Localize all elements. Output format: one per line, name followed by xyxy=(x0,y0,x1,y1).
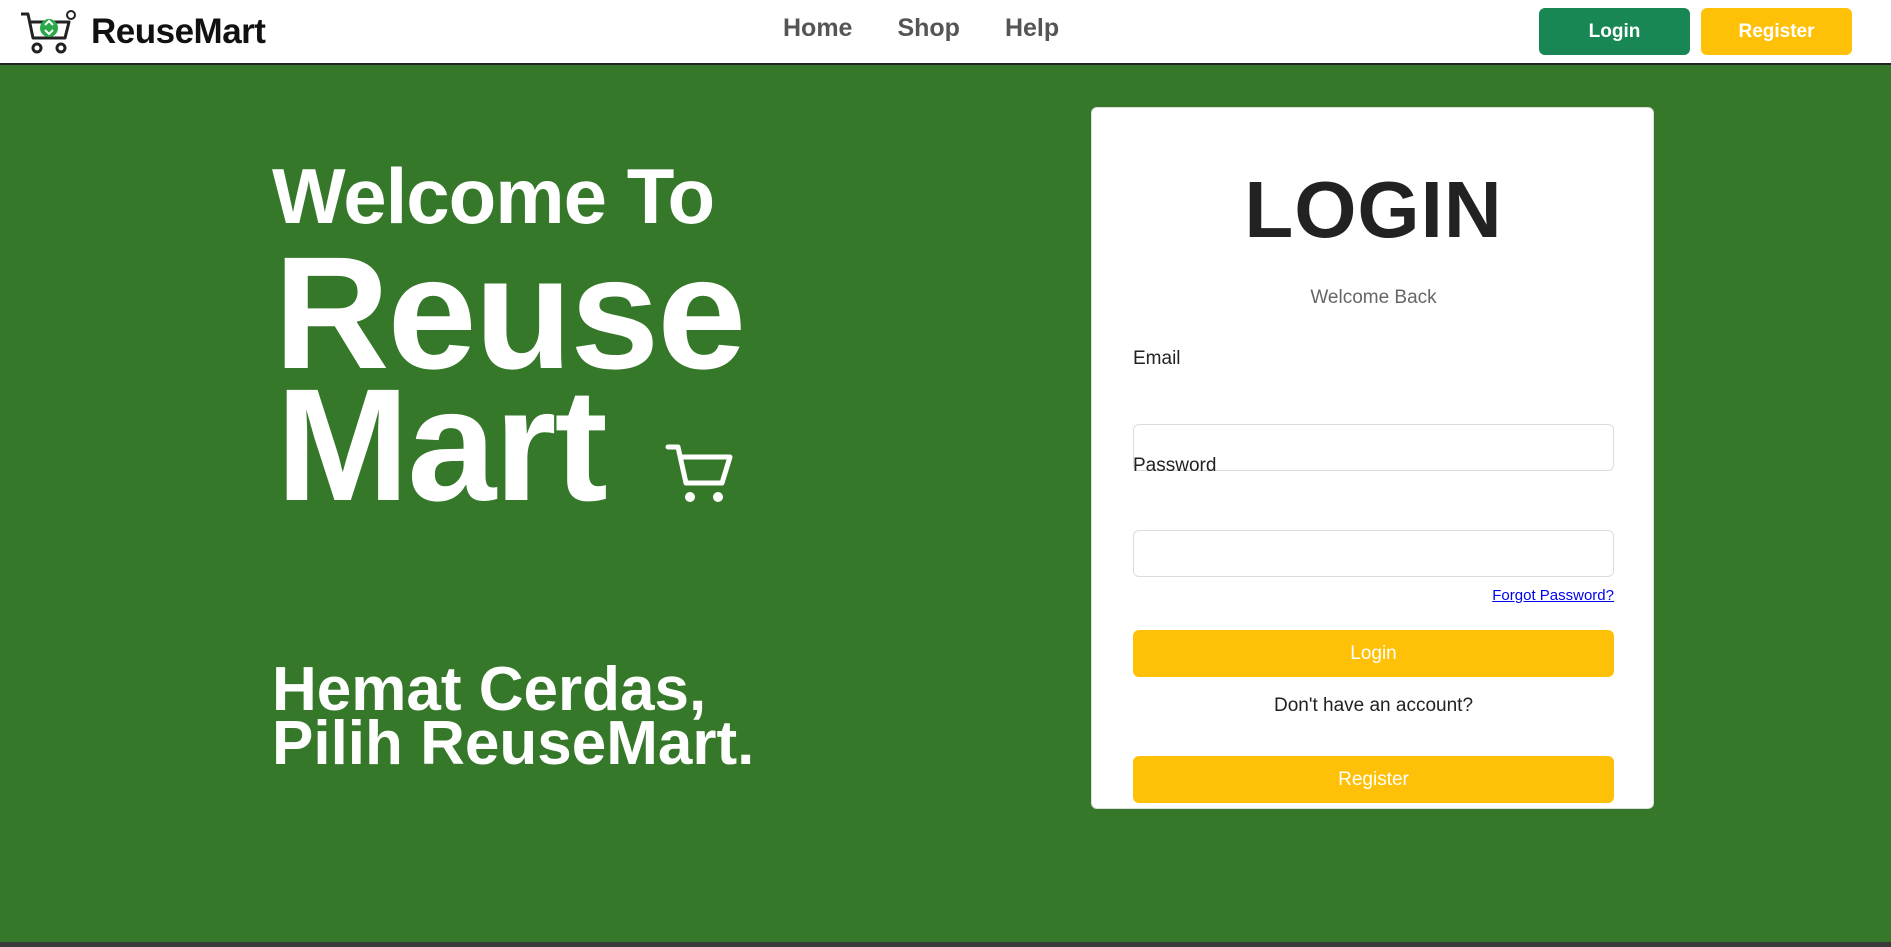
email-label: Email xyxy=(1133,348,1181,369)
hero-text: Welcome To Reuse Mart Hemat Cerdas, Pili… xyxy=(272,65,832,942)
tagline-line-2: Pilih ReuseMart. xyxy=(272,709,755,778)
brand[interactable]: ReuseMart xyxy=(19,8,266,56)
forgot-password-link[interactable]: Forgot Password? xyxy=(1092,587,1614,604)
login-subtitle: Welcome Back xyxy=(1310,287,1437,308)
footer-divider xyxy=(0,942,1891,947)
hero-section: Welcome To Reuse Mart Hemat Cerdas, Pili… xyxy=(0,65,1891,942)
login-card: LOGIN Welcome Back Email Password Forgot… xyxy=(1091,107,1654,809)
cart-icon xyxy=(665,444,733,502)
password-field[interactable] xyxy=(1133,530,1614,577)
register-button[interactable]: Register xyxy=(1133,756,1614,803)
nav-links: Home Shop Help xyxy=(783,14,1104,43)
nav-link-help[interactable]: Help xyxy=(1005,14,1059,43)
login-title: LOGIN xyxy=(1244,165,1503,254)
no-account-text: Don't have an account? xyxy=(1273,695,1474,716)
hero-mart-text: Mart xyxy=(276,355,608,534)
nav-login-button[interactable]: Login xyxy=(1539,8,1690,55)
brand-name: ReuseMart xyxy=(91,12,266,51)
hero-tagline: Hemat Cerdas, Pilih ReuseMart. xyxy=(272,659,755,778)
nav-register-button[interactable]: Register xyxy=(1701,8,1852,55)
nav-link-home[interactable]: Home xyxy=(783,14,852,43)
login-button[interactable]: Login xyxy=(1133,630,1614,677)
password-label: Password xyxy=(1133,455,1217,476)
nav-link-shop[interactable]: Shop xyxy=(897,14,960,43)
recycle-cart-logo-icon xyxy=(21,10,76,54)
top-navbar: ReuseMart Home Shop Help Login Register xyxy=(0,0,1891,65)
